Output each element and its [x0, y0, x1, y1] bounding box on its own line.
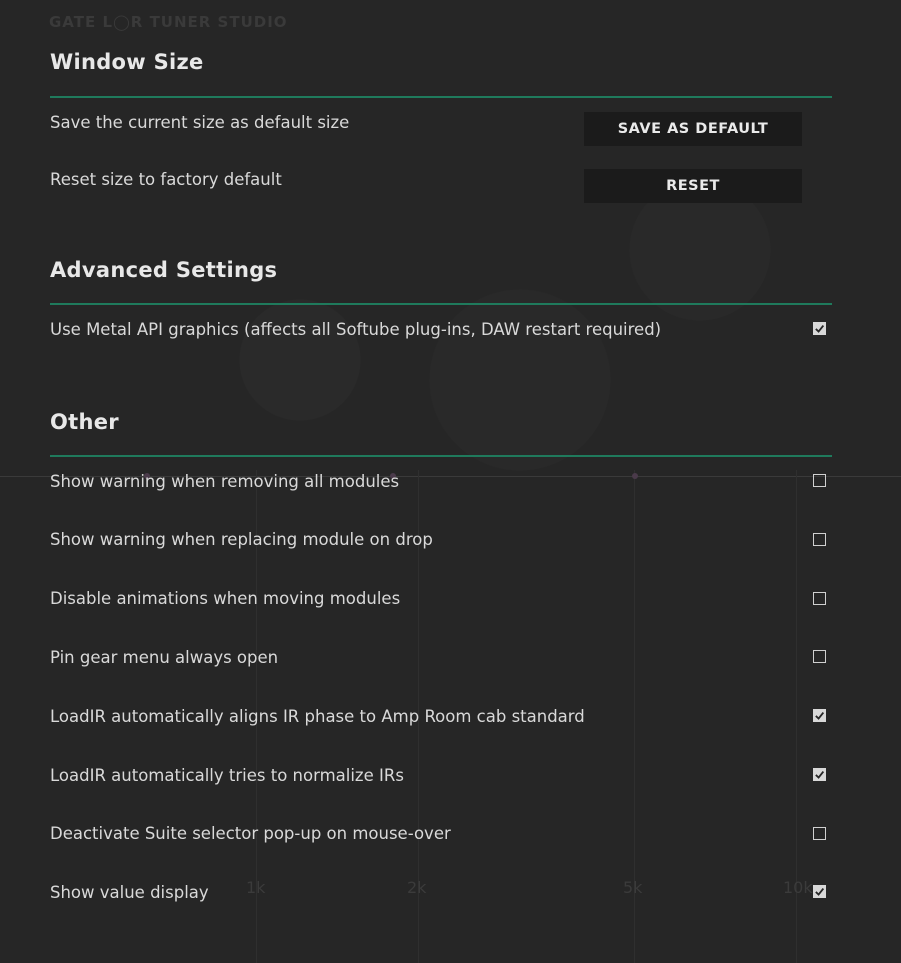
section-title-other: Other	[50, 410, 119, 434]
section-divider	[50, 455, 832, 457]
checkmark-icon	[815, 887, 825, 896]
save-as-default-button[interactable]: SAVE AS DEFAULT	[584, 112, 802, 146]
option-label: Disable animations when moving modules	[50, 589, 401, 608]
reset-button[interactable]: RESET	[584, 169, 802, 203]
option-label: Show warning when removing all modules	[50, 472, 400, 491]
metal-api-label: Use Metal API graphics (affects all Soft…	[50, 320, 662, 339]
metal-api-checkbox[interactable]	[813, 322, 826, 335]
warn-remove-modules-checkbox[interactable]	[813, 474, 826, 487]
checkmark-icon	[815, 711, 825, 720]
show-value-display-checkbox[interactable]	[813, 885, 826, 898]
option-label: Show warning when replacing module on dr…	[50, 530, 433, 549]
save-default-size-label: Save the current size as default size	[50, 113, 350, 132]
option-label: Pin gear menu always open	[50, 648, 279, 667]
settings-panel: Window Size Save the current size as def…	[0, 0, 901, 963]
option-label: LoadIR automatically aligns IR phase to …	[50, 707, 585, 726]
option-label: Deactivate Suite selector pop-up on mous…	[50, 824, 451, 843]
checkmark-icon	[815, 324, 825, 333]
option-label: LoadIR automatically tries to normalize …	[50, 766, 404, 785]
reset-size-label: Reset size to factory default	[50, 170, 282, 189]
option-label: Show value display	[50, 883, 209, 902]
section-title-advanced-settings: Advanced Settings	[50, 258, 278, 282]
section-divider	[50, 96, 832, 98]
section-title-window-size: Window Size	[50, 50, 204, 74]
warn-replace-module-checkbox[interactable]	[813, 533, 826, 546]
loadir-align-phase-checkbox[interactable]	[813, 709, 826, 722]
pin-gear-menu-checkbox[interactable]	[813, 650, 826, 663]
deactivate-suite-popup-checkbox[interactable]	[813, 827, 826, 840]
section-divider	[50, 303, 832, 305]
loadir-normalize-checkbox[interactable]	[813, 768, 826, 781]
checkmark-icon	[815, 770, 825, 779]
disable-animations-checkbox[interactable]	[813, 592, 826, 605]
